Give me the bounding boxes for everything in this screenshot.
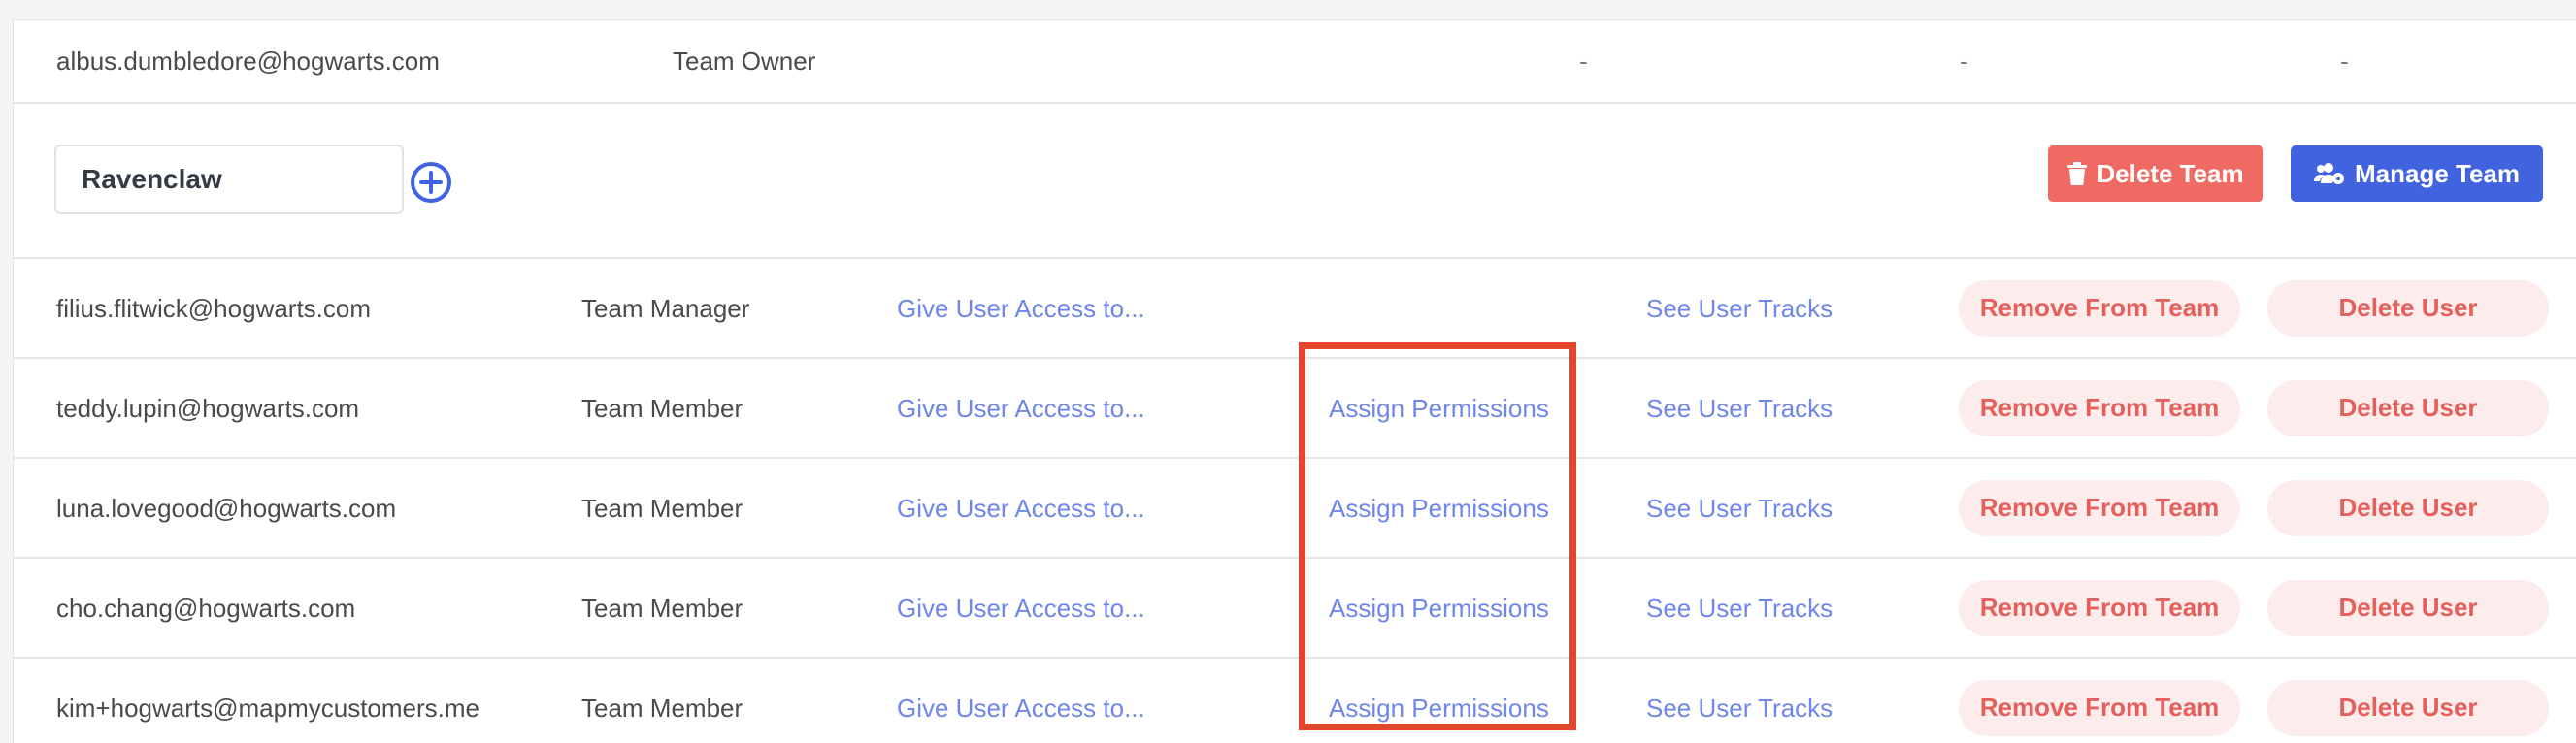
remove-from-team-button[interactable]: Remove From Team	[1959, 279, 2240, 337]
member-role: Team Manager	[581, 293, 750, 323]
team-name-value: Ravenclaw	[82, 164, 222, 194]
give-access-link[interactable]: Give User Access to...	[897, 496, 1145, 521]
assign-permissions-link[interactable]: Assign Permissions	[1329, 496, 1549, 521]
manage-team-label: Manage Team	[2354, 158, 2520, 188]
delete-user-button[interactable]: Delete User	[2267, 579, 2549, 636]
member-email: luna.lovegood@hogwarts.com	[56, 493, 397, 523]
owner-email: albus.dumbledore@hogwarts.com	[56, 47, 440, 76]
member-role: Team Member	[581, 593, 743, 623]
owner-dash-2: -	[1960, 47, 1968, 76]
owner-row: albus.dumbledore@hogwarts.com Team Owner…	[14, 20, 2576, 104]
member-email: filius.flitwick@hogwarts.com	[56, 293, 372, 323]
see-user-tracks-link[interactable]: See User Tracks	[1646, 695, 1833, 721]
table-row: teddy.lupin@hogwarts.com Team Member Giv…	[14, 359, 2576, 459]
table-row: cho.chang@hogwarts.com Team Member Give …	[14, 559, 2576, 659]
member-role: Team Member	[581, 393, 743, 423]
delete-user-button[interactable]: Delete User	[2267, 679, 2549, 736]
member-email: cho.chang@hogwarts.com	[56, 593, 356, 623]
member-role: Team Member	[581, 493, 743, 523]
remove-from-team-button[interactable]: Remove From Team	[1959, 679, 2240, 736]
member-email: teddy.lupin@hogwarts.com	[56, 393, 360, 423]
owner-role: Team Owner	[673, 47, 816, 76]
plus-circle-icon[interactable]	[410, 161, 452, 204]
trash-icon	[2067, 162, 2088, 185]
table-row: kim+hogwarts@mapmycustomers.me Team Memb…	[14, 659, 2576, 743]
see-user-tracks-link[interactable]: See User Tracks	[1646, 496, 1833, 521]
owner-dash-3: -	[2340, 47, 2349, 76]
table-row: filius.flitwick@hogwarts.com Team Manage…	[14, 259, 2576, 359]
give-access-link[interactable]: Give User Access to...	[897, 296, 1145, 321]
member-email: kim+hogwarts@mapmycustomers.me	[56, 693, 480, 723]
assign-permissions-link[interactable]: Assign Permissions	[1329, 596, 1549, 621]
see-user-tracks-link[interactable]: See User Tracks	[1646, 396, 1833, 421]
page: albus.dumbledore@hogwarts.com Team Owner…	[0, 0, 2576, 743]
manage-team-button[interactable]: Manage Team	[2291, 145, 2543, 202]
delete-team-label: Delete Team	[2097, 158, 2244, 188]
delete-user-button[interactable]: Delete User	[2267, 279, 2549, 337]
give-access-link[interactable]: Give User Access to...	[897, 596, 1145, 621]
table-row: luna.lovegood@hogwarts.com Team Member G…	[14, 459, 2576, 559]
owner-dash-1: -	[1579, 47, 1588, 76]
see-user-tracks-link[interactable]: See User Tracks	[1646, 596, 1833, 621]
member-role: Team Member	[581, 693, 743, 723]
delete-user-button[interactable]: Delete User	[2267, 379, 2549, 436]
remove-from-team-button[interactable]: Remove From Team	[1959, 579, 2240, 636]
team-panel: albus.dumbledore@hogwarts.com Team Owner…	[13, 19, 2576, 743]
delete-team-button[interactable]: Delete Team	[2048, 145, 2263, 202]
remove-from-team-button[interactable]: Remove From Team	[1959, 479, 2240, 536]
give-access-link[interactable]: Give User Access to...	[897, 695, 1145, 721]
delete-user-button[interactable]: Delete User	[2267, 479, 2549, 536]
team-name-field[interactable]: Ravenclaw	[54, 145, 404, 214]
users-cog-icon	[2313, 163, 2344, 184]
assign-permissions-link[interactable]: Assign Permissions	[1329, 396, 1549, 421]
remove-from-team-button[interactable]: Remove From Team	[1959, 379, 2240, 436]
see-user-tracks-link[interactable]: See User Tracks	[1646, 296, 1833, 321]
assign-permissions-link[interactable]: Assign Permissions	[1329, 695, 1549, 721]
give-access-link[interactable]: Give User Access to...	[897, 396, 1145, 421]
